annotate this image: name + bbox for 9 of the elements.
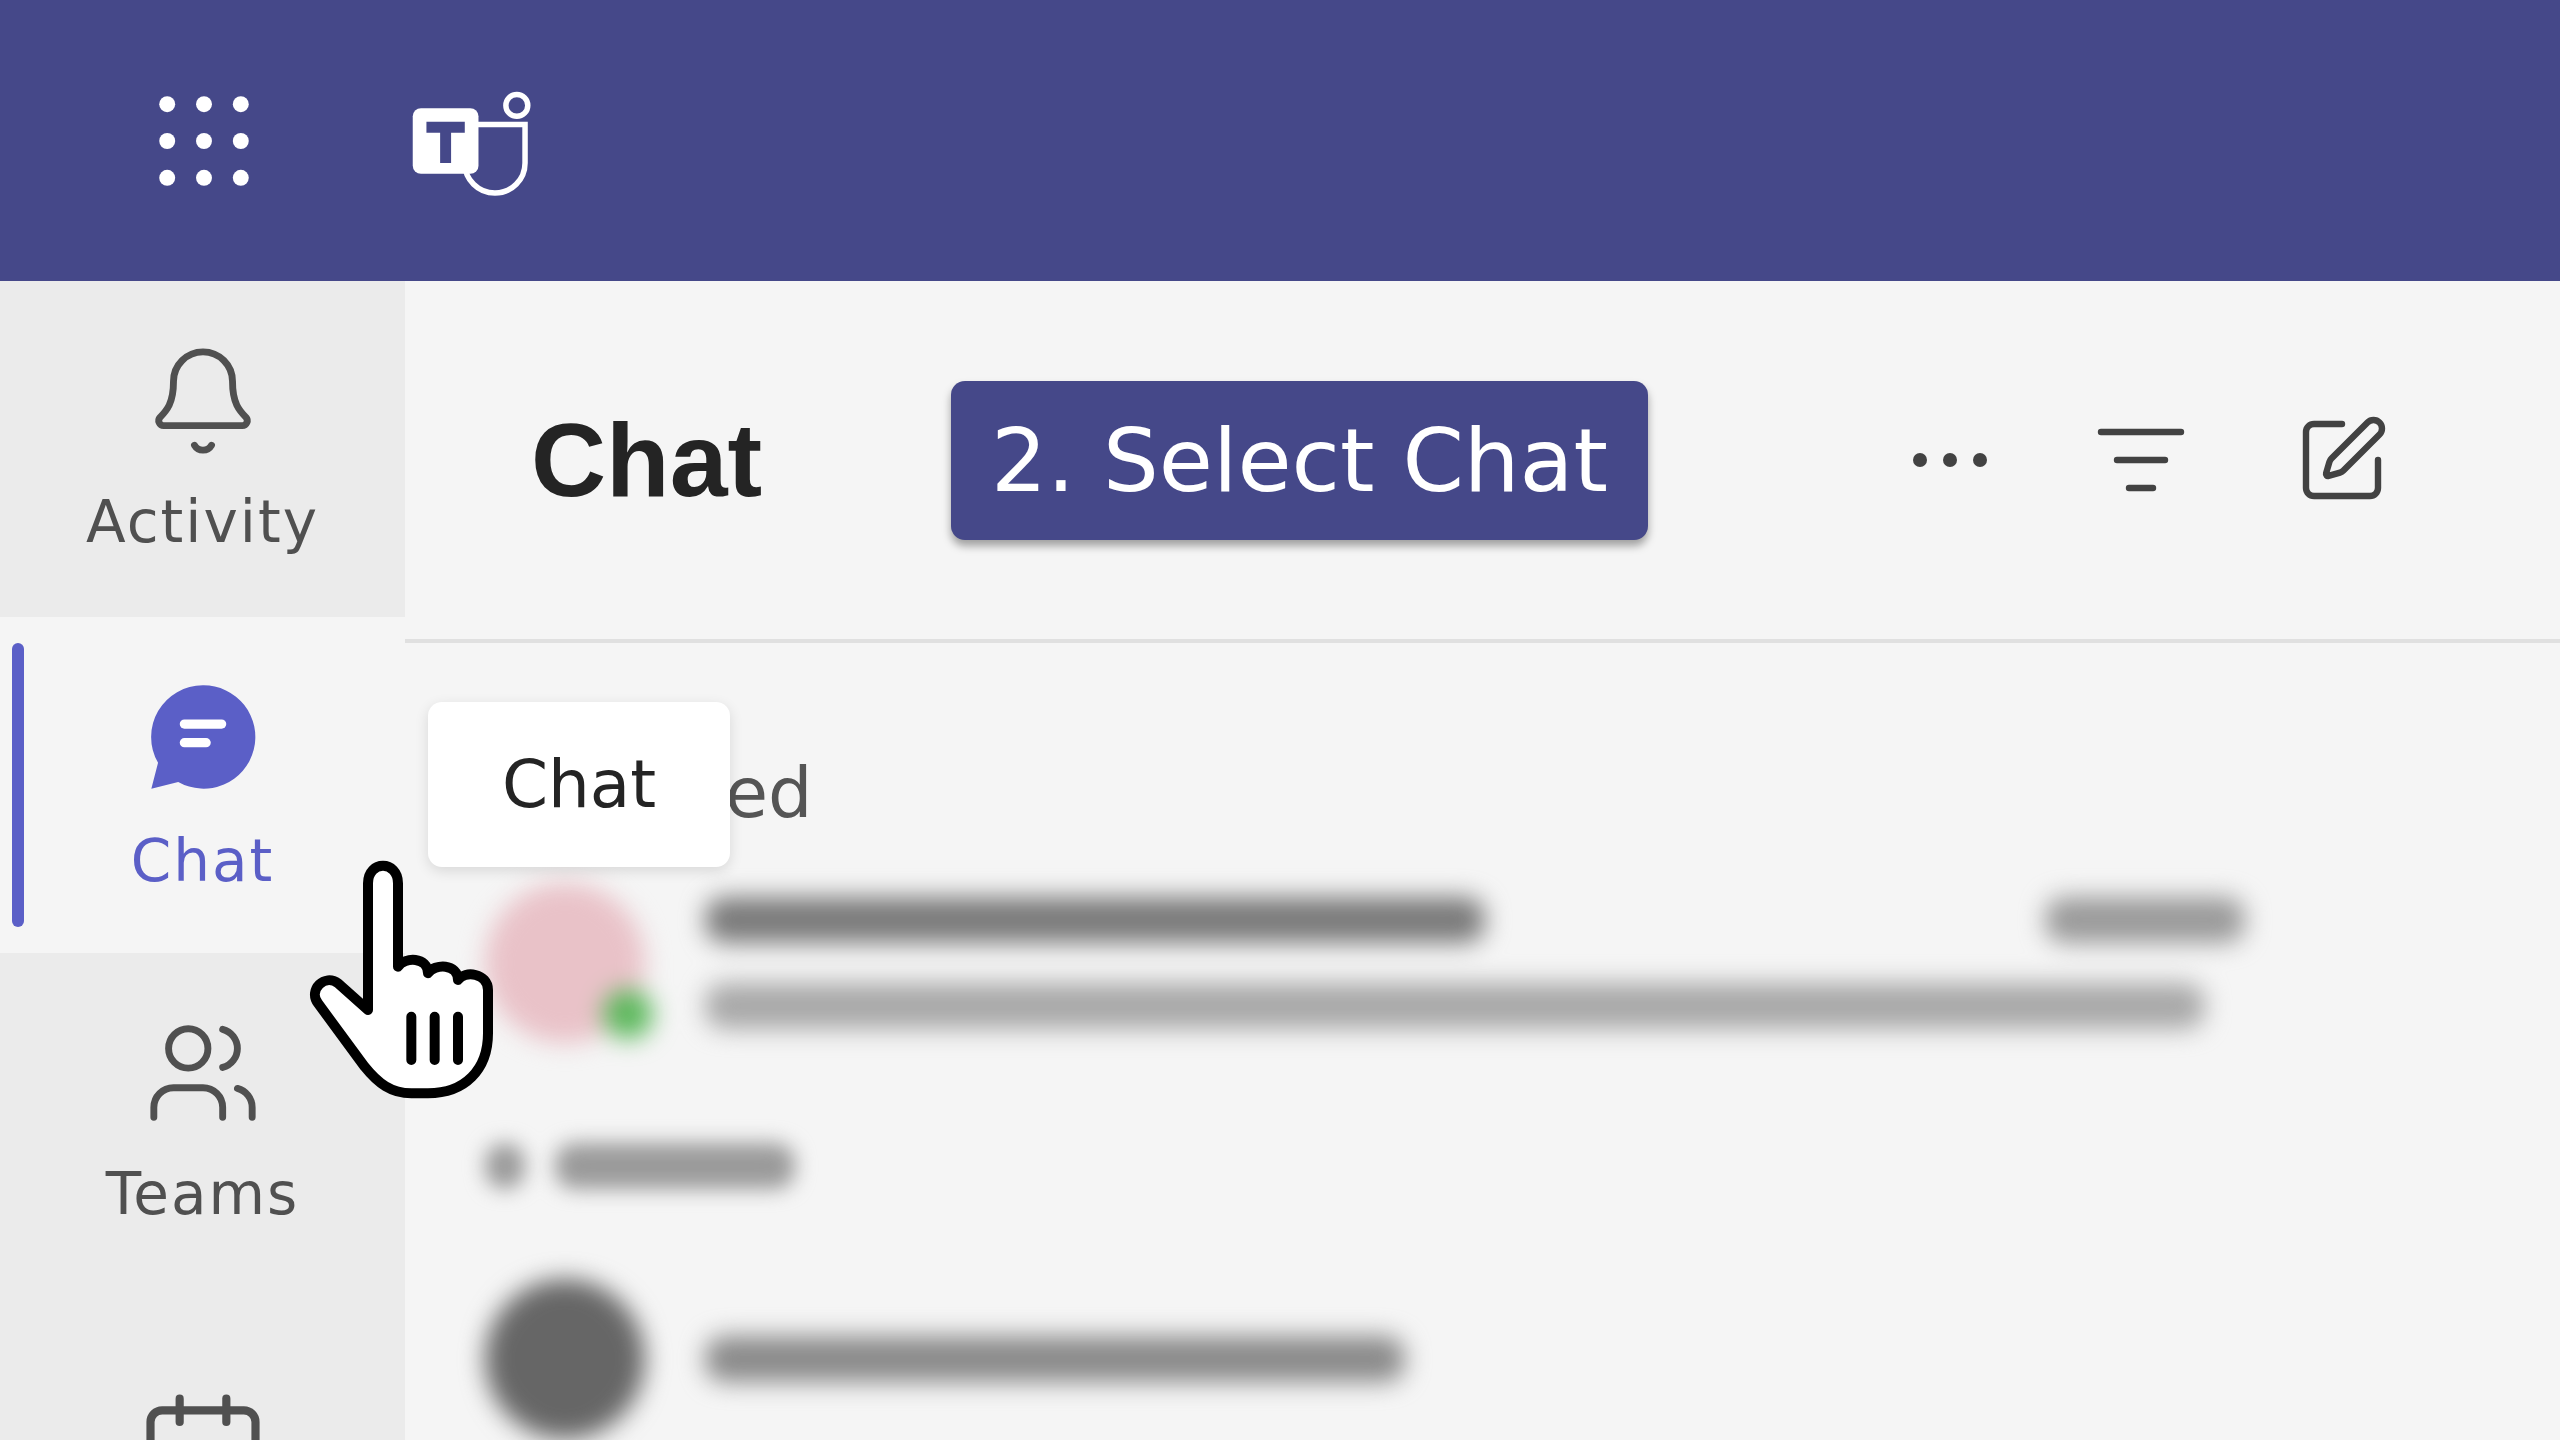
more-options-button[interactable] <box>1912 452 1988 468</box>
rail-item[interactable]: Activity <box>0 281 405 617</box>
page-title: Chat <box>531 400 764 520</box>
more-icon <box>1912 452 1988 468</box>
instruction-callout: 2. Select Chat <box>951 380 1649 540</box>
tooltip: Chat <box>428 702 730 867</box>
rail-item[interactable]: Chat <box>0 617 405 953</box>
rail-item[interactable]: Teams <box>0 953 405 1289</box>
app-launcher-icon[interactable] <box>158 94 250 187</box>
